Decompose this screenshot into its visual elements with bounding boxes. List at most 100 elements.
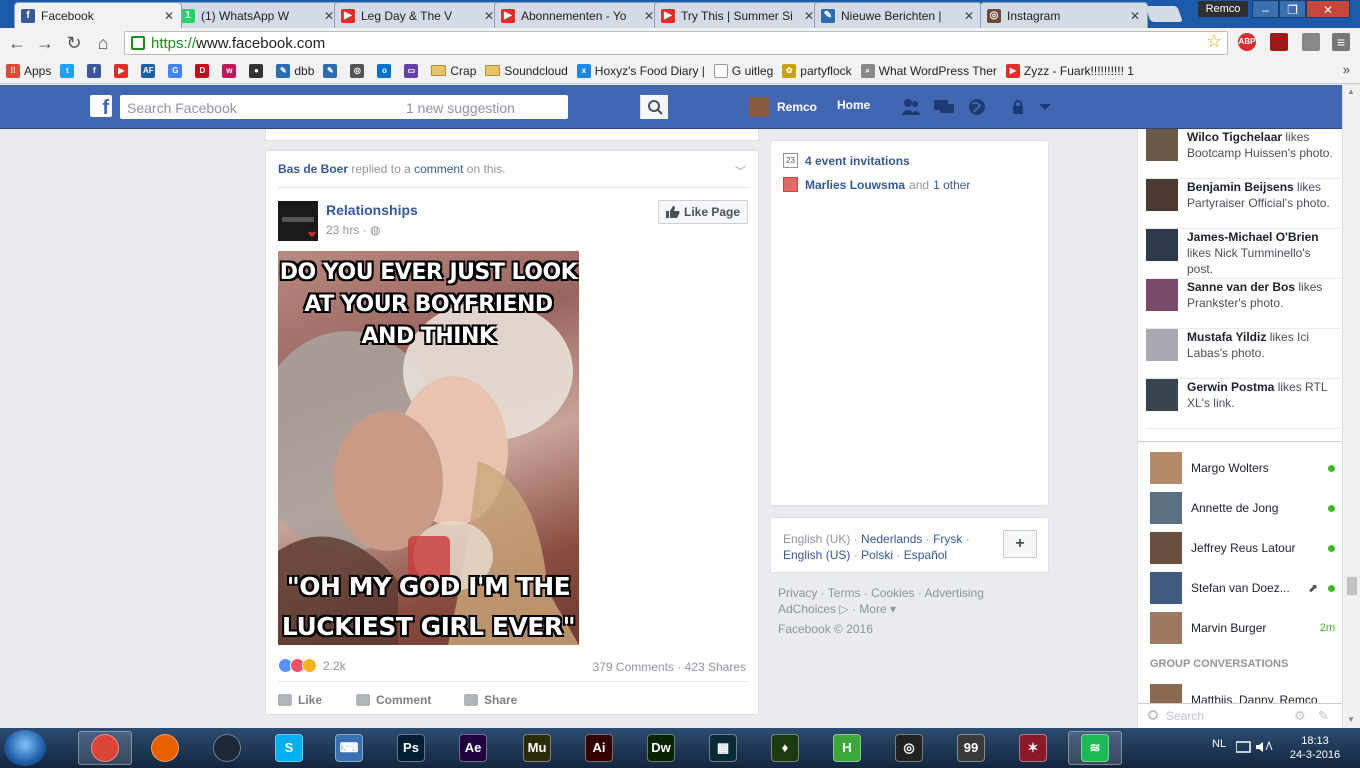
taskbar-app-button[interactable]: ✶	[1006, 731, 1060, 765]
new-tab-button[interactable]	[1145, 6, 1183, 22]
chat-search-input[interactable]: Search ⚙ ✎	[1137, 703, 1342, 728]
cookies-link[interactable]: Cookies	[871, 586, 914, 600]
close-tab-icon[interactable]: ✕	[1129, 9, 1141, 23]
comment-link[interactable]: comment	[414, 162, 463, 176]
chat-contact[interactable]: Marvin Burger 2m	[1150, 612, 1335, 644]
friend-requests-icon[interactable]	[900, 97, 922, 117]
ticker-item[interactable]: Wilco Tigchelaar likes Bootcamp Huissen'…	[1146, 129, 1340, 179]
extension-icon[interactable]	[1302, 33, 1320, 51]
minimize-button[interactable]: –	[1252, 0, 1279, 18]
language-link[interactable]: Español	[904, 548, 947, 562]
taskbar-app-button[interactable]: 99	[944, 731, 998, 765]
taskbar-app-button[interactable]: S	[262, 731, 316, 765]
browser-tab[interactable]: ◎ Instagram ✕	[980, 2, 1148, 28]
scroll-down-icon[interactable]: ▼	[1347, 715, 1355, 724]
taskbar-app-button[interactable]	[78, 731, 132, 765]
bookmark-item[interactable]: t	[60, 63, 78, 78]
birthday-person-link[interactable]: Marlies Louwsma	[805, 178, 905, 192]
like-page-button[interactable]: Like Page	[658, 200, 748, 224]
extension-icon[interactable]	[1270, 33, 1288, 51]
taskbar-app-button[interactable]: ♦	[758, 731, 812, 765]
bookmark-item[interactable]: AF	[141, 63, 159, 78]
more-bookmarks-icon[interactable]: »	[1343, 62, 1350, 77]
account-menu-chevron-icon[interactable]	[1034, 97, 1056, 117]
facebook-logo-icon[interactable]: f	[90, 95, 112, 117]
browser-tab[interactable]: ▶ Try This | Summer Si ✕	[654, 2, 822, 28]
bookmark-item[interactable]: w	[222, 63, 240, 78]
shares-count-link[interactable]: 423 Shares	[685, 660, 746, 674]
taskbar-app-button[interactable]: Ai	[572, 731, 626, 765]
bookmark-item[interactable]: G uitleg	[713, 63, 773, 78]
event-invitations-row[interactable]: 23 4 event invitations	[783, 153, 910, 168]
browser-tab[interactable]: ✎ Nieuwe Berichten | ✕	[814, 2, 982, 28]
search-button[interactable]	[640, 95, 668, 119]
close-window-button[interactable]: ✕	[1306, 0, 1350, 18]
story-options-chevron-icon[interactable]: ﹀	[735, 163, 746, 179]
close-tab-icon[interactable]: ✕	[963, 9, 975, 23]
taskbar-app-button[interactable]: Mu	[510, 731, 564, 765]
home-link[interactable]: Home	[837, 98, 870, 112]
bookmark-item[interactable]: Soundcloud	[485, 64, 568, 78]
bookmark-item[interactable]: Crap	[431, 64, 476, 78]
bookmark-item[interactable]: ◎	[350, 63, 368, 78]
post-image[interactable]: DO YOU EVER JUST LOOK AT YOUR BOYFRIEND …	[278, 251, 579, 645]
bookmark-item[interactable]: ✎	[323, 63, 341, 78]
bookmark-item[interactable]: ▶	[114, 63, 132, 78]
chat-contact[interactable]: Stefan van Doez... ⬈	[1150, 572, 1335, 604]
chat-contact[interactable]: Annette de Jong	[1150, 492, 1335, 524]
ticker-item[interactable]: Gerwin Postma likes RTL XL's link.	[1146, 379, 1340, 429]
browser-user-badge[interactable]: Remco	[1198, 1, 1248, 17]
browser-tab[interactable]: f Facebook ✕	[14, 2, 182, 28]
bookmark-item[interactable]: f	[87, 63, 105, 78]
chat-contact[interactable]: Jeffrey Reus Latour	[1150, 532, 1335, 564]
reload-button[interactable]: ↻	[63, 32, 85, 54]
bookmark-item[interactable]: o	[377, 63, 395, 78]
chrome-menu-icon[interactable]: ≡	[1332, 33, 1350, 51]
taskbar-app-button[interactable]: Ae	[446, 731, 500, 765]
page-name-link[interactable]: Relationships	[326, 202, 418, 218]
back-button[interactable]: ←	[6, 32, 28, 54]
privacy-lock-icon[interactable]	[1010, 97, 1032, 117]
chat-contact[interactable]: Margo Wolters	[1150, 452, 1335, 484]
start-button[interactable]	[4, 730, 46, 766]
new-message-icon[interactable]: ✎	[1318, 708, 1329, 724]
bookmark-item[interactable]: ✿ partyflock	[782, 63, 852, 78]
gear-icon[interactable]: ⚙	[1294, 708, 1306, 724]
terms-link[interactable]: Terms	[828, 586, 861, 600]
page-avatar[interactable]	[278, 201, 318, 241]
bookmark-item[interactable]: D	[195, 63, 213, 78]
browser-tab[interactable]: ▶ Abonnementen - Yo ✕	[494, 2, 662, 28]
notifications-globe-icon[interactable]	[966, 97, 988, 117]
scroll-up-icon[interactable]: ▲	[1347, 87, 1355, 96]
bookmark-item[interactable]: ⌕ What WordPress Ther	[860, 63, 997, 78]
more-footer-link[interactable]: More	[859, 602, 886, 616]
story-actor-link[interactable]: Bas de Boer	[278, 162, 348, 176]
close-tab-icon[interactable]: ✕	[163, 9, 175, 23]
post-timestamp[interactable]: 23 hrs · ◍	[326, 223, 381, 237]
more-languages-button[interactable]: +	[1003, 530, 1037, 558]
comments-count-link[interactable]: 379 Comments	[593, 660, 674, 674]
language-link[interactable]: Nederlands	[861, 532, 922, 546]
system-clock[interactable]: 18:13 24-3-2016	[1284, 734, 1346, 762]
browser-tab[interactable]: ▶ Leg Day & The V ✕	[334, 2, 502, 28]
bookmark-item[interactable]: ✎ dbb	[276, 63, 314, 78]
home-button[interactable]: ⌂	[92, 32, 114, 54]
taskbar-app-button[interactable]	[200, 731, 254, 765]
event-invitations-link[interactable]: 4 event invitations	[805, 154, 910, 168]
privacy-link[interactable]: Privacy	[778, 586, 817, 600]
taskbar-app-button[interactable]: ▦	[696, 731, 750, 765]
language-link[interactable]: Frysk	[933, 532, 962, 546]
maximize-button[interactable]: ❐	[1279, 0, 1306, 18]
adchoices-link[interactable]: AdChoices	[778, 602, 836, 616]
bookmark-item[interactable]: ▶ Zyzz - Fuark!!!!!!!!!! 1	[1005, 63, 1134, 78]
forward-button[interactable]: →	[34, 32, 56, 54]
language-link[interactable]: Polski	[861, 548, 893, 562]
taskbar-app-button[interactable]: ≋	[1068, 731, 1122, 765]
taskbar-app-button[interactable]: ◎	[882, 731, 936, 765]
taskbar-app-button[interactable]: H	[820, 731, 874, 765]
birthday-others-link[interactable]: 1 other	[933, 178, 970, 192]
share-button[interactable]: Share	[464, 693, 517, 707]
ticker-item[interactable]: Mustafa Yildiz likes Ici Labas's photo.	[1146, 329, 1340, 379]
profile-link[interactable]: Remco	[749, 97, 817, 117]
bookmark-item[interactable]: ▭	[404, 63, 422, 78]
